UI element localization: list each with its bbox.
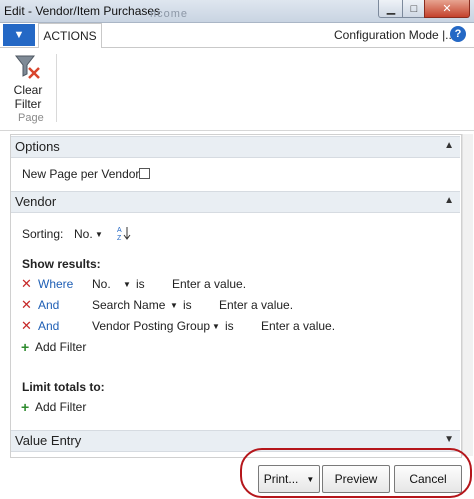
- ribbon-group-divider: [56, 54, 57, 122]
- help-icon: ?: [454, 28, 462, 40]
- filter-conjunction: And: [38, 319, 60, 333]
- close-button[interactable]: ✕: [424, 0, 470, 18]
- new-page-per-vendor-checkbox[interactable]: [139, 168, 150, 179]
- configuration-mode-link[interactable]: Configuration Mode |...: [334, 28, 455, 42]
- chevron-up-icon: ▲: [444, 195, 454, 206]
- chevron-down-icon[interactable]: ▼: [212, 322, 220, 331]
- sorting-select[interactable]: No.: [74, 227, 93, 241]
- filter-operator: is: [136, 277, 145, 291]
- ribbon-tab-row: ▼ ACTIONS Configuration Mode |... ?: [0, 23, 474, 49]
- filter-operator: is: [183, 298, 192, 312]
- add-filter-icon[interactable]: +: [21, 340, 29, 354]
- add-filter-link-limit[interactable]: Add Filter: [35, 400, 86, 414]
- remove-filter-icon[interactable]: ✕: [21, 298, 32, 311]
- filter-value-input[interactable]: Enter a value.: [219, 298, 293, 312]
- help-button[interactable]: ?: [450, 26, 466, 42]
- filter-value-input[interactable]: Enter a value.: [261, 319, 335, 333]
- ribbon: Clear Filter Page: [0, 48, 474, 131]
- filter-value-input[interactable]: Enter a value.: [172, 277, 246, 291]
- minimize-button[interactable]: ▁: [378, 0, 404, 18]
- vendor-header: Vendor: [15, 194, 57, 209]
- filter-field-select[interactable]: Search Name: [92, 298, 165, 312]
- svg-text:Z: Z: [117, 235, 122, 241]
- sorting-label: Sorting:: [22, 227, 64, 241]
- background-ghost-text: ncome: [150, 8, 189, 20]
- clear-filter-label-line1: Clear: [13, 83, 43, 97]
- maximize-icon: □: [410, 2, 418, 15]
- title-bar: Edit - Vendor/Item Purchases ncome ▁ □ ✕: [0, 0, 474, 23]
- options-fasttab[interactable]: Options ▲: [11, 136, 460, 158]
- minimize-icon: ▁: [386, 3, 396, 15]
- clear-filter-label-line2: Filter: [14, 97, 42, 111]
- remove-filter-icon[interactable]: ✕: [21, 277, 32, 290]
- svg-text:A: A: [117, 227, 122, 234]
- filter-conjunction: And: [38, 298, 60, 312]
- window-title: Edit - Vendor/Item Purchases: [4, 4, 161, 18]
- filter-field-select[interactable]: Vendor Posting Group: [92, 319, 210, 333]
- chevron-down-icon: ▼: [444, 434, 454, 445]
- close-icon: ✕: [442, 3, 452, 15]
- chevron-down-icon[interactable]: ▼: [123, 280, 131, 289]
- chevron-down-icon[interactable]: ▼: [95, 230, 103, 239]
- annotation-highlight-circle: [240, 448, 472, 498]
- new-page-per-vendor-label: New Page per Vendor:: [22, 167, 143, 181]
- value-entry-header: Value Entry: [15, 433, 82, 448]
- chevron-up-icon: ▲: [444, 140, 454, 151]
- app-menu-button[interactable]: ▼: [3, 24, 35, 46]
- limit-totals-heading: Limit totals to:: [22, 380, 105, 394]
- show-results-heading: Show results:: [22, 257, 101, 271]
- maximize-button[interactable]: □: [402, 0, 426, 18]
- add-filter-link[interactable]: Add Filter: [35, 340, 86, 354]
- ribbon-group-label: Page: [18, 112, 44, 124]
- options-header: Options: [15, 139, 60, 154]
- vertical-scrollbar[interactable]: [462, 134, 473, 456]
- filter-operator: is: [225, 319, 234, 333]
- chevron-down-icon[interactable]: ▼: [170, 301, 178, 310]
- chevron-down-icon: ▼: [13, 29, 25, 41]
- filter-field-select[interactable]: No.: [92, 277, 111, 291]
- clear-filter-button[interactable]: Clear Filter: [8, 52, 48, 110]
- remove-filter-icon[interactable]: ✕: [21, 319, 32, 332]
- vendor-fasttab[interactable]: Vendor ▲: [11, 191, 460, 213]
- add-filter-icon[interactable]: +: [21, 400, 29, 414]
- sort-order-icon[interactable]: A Z: [116, 225, 132, 241]
- clear-filter-icon: [14, 55, 40, 79]
- tab-actions[interactable]: ACTIONS: [38, 23, 102, 49]
- filter-conjunction: Where: [38, 277, 74, 291]
